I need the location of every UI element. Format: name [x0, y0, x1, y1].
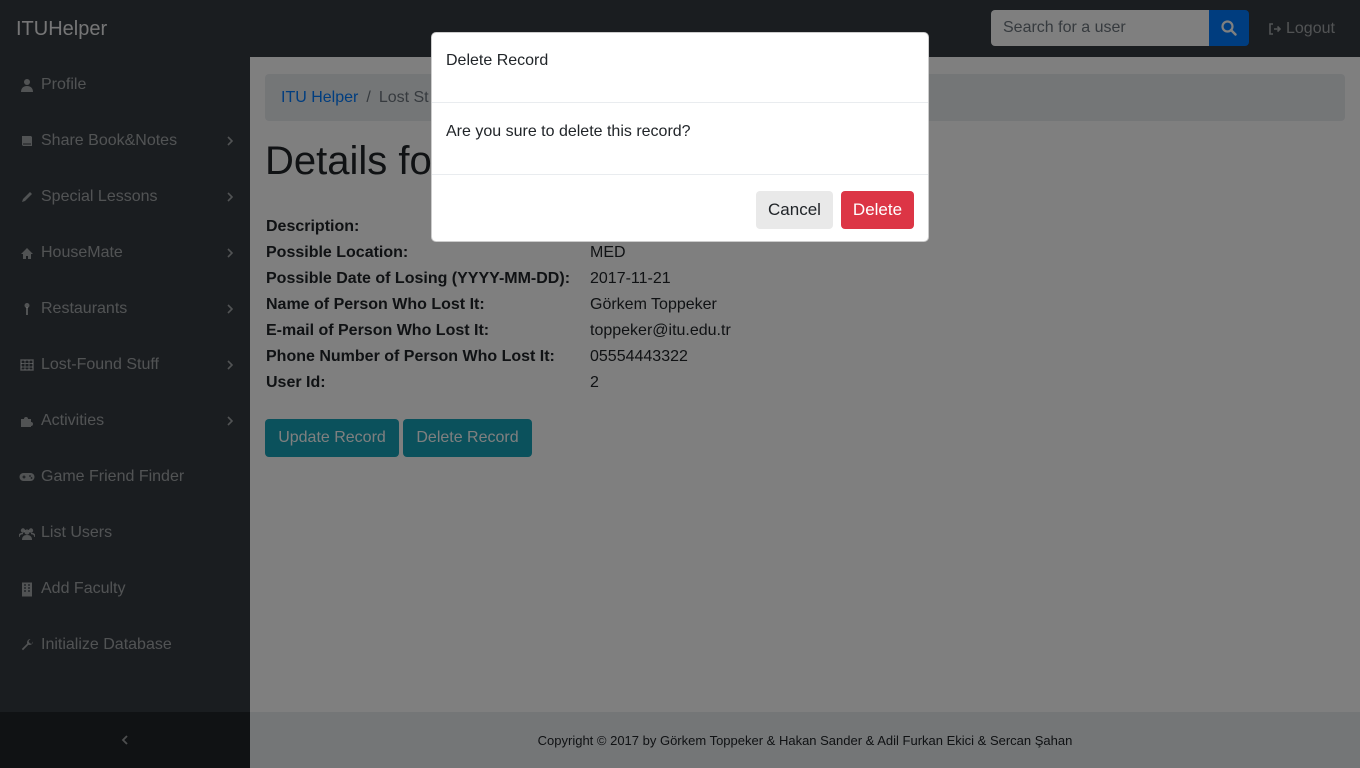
confirm-delete-button[interactable]: Delete [841, 191, 914, 229]
modal-footer: Cancel Delete [432, 174, 928, 241]
delete-confirm-modal: Delete Record Are you sure to delete thi… [431, 32, 929, 242]
modal-body-text: Are you sure to delete this record? [446, 123, 691, 140]
modal-title: Delete Record [446, 52, 549, 69]
modal-header: Delete Record [432, 33, 928, 103]
cancel-button[interactable]: Cancel [756, 191, 833, 229]
